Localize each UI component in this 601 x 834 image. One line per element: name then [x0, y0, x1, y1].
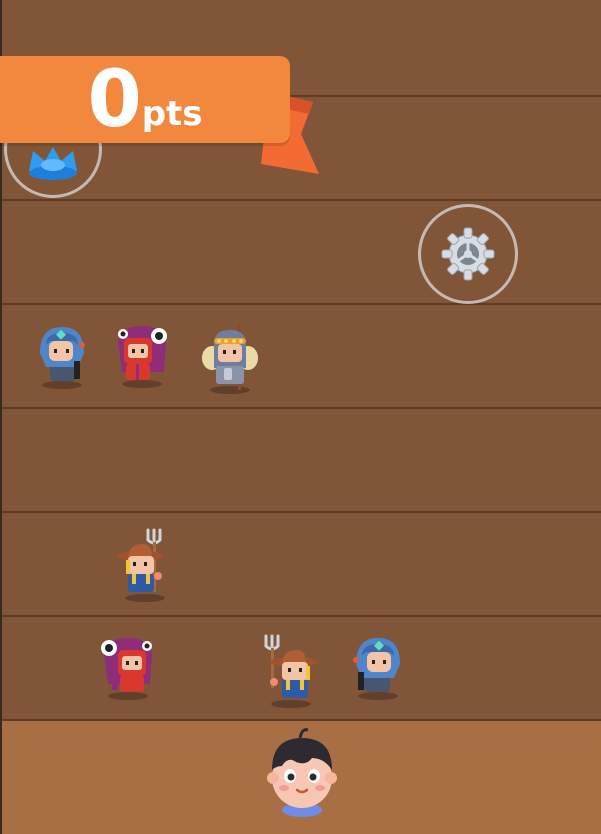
- lane-4[interactable]: [2, 409, 601, 513]
- farmer-with-pitchfork[interactable]: [260, 632, 322, 708]
- score-banner: 0 pts: [0, 56, 290, 143]
- blue-hooded-mage[interactable]: [34, 323, 90, 389]
- score-value: 0: [87, 54, 141, 145]
- farmer-with-pitchfork[interactable]: [114, 526, 176, 602]
- blue-crown-icon: [29, 147, 77, 180]
- armored-knight-with-spear[interactable]: [200, 322, 260, 394]
- blue-hooded-mage[interactable]: [350, 634, 406, 700]
- lane-5[interactable]: [2, 513, 601, 617]
- red-dino-costume-kid[interactable]: [112, 322, 172, 388]
- gear-icon: [441, 227, 495, 281]
- lane-3[interactable]: [2, 305, 601, 409]
- settings-button[interactable]: [418, 204, 518, 304]
- score-unit: pts: [141, 93, 203, 134]
- red-dino-costume-kid[interactable]: [98, 634, 158, 700]
- boy-face-avatar[interactable]: [266, 726, 338, 818]
